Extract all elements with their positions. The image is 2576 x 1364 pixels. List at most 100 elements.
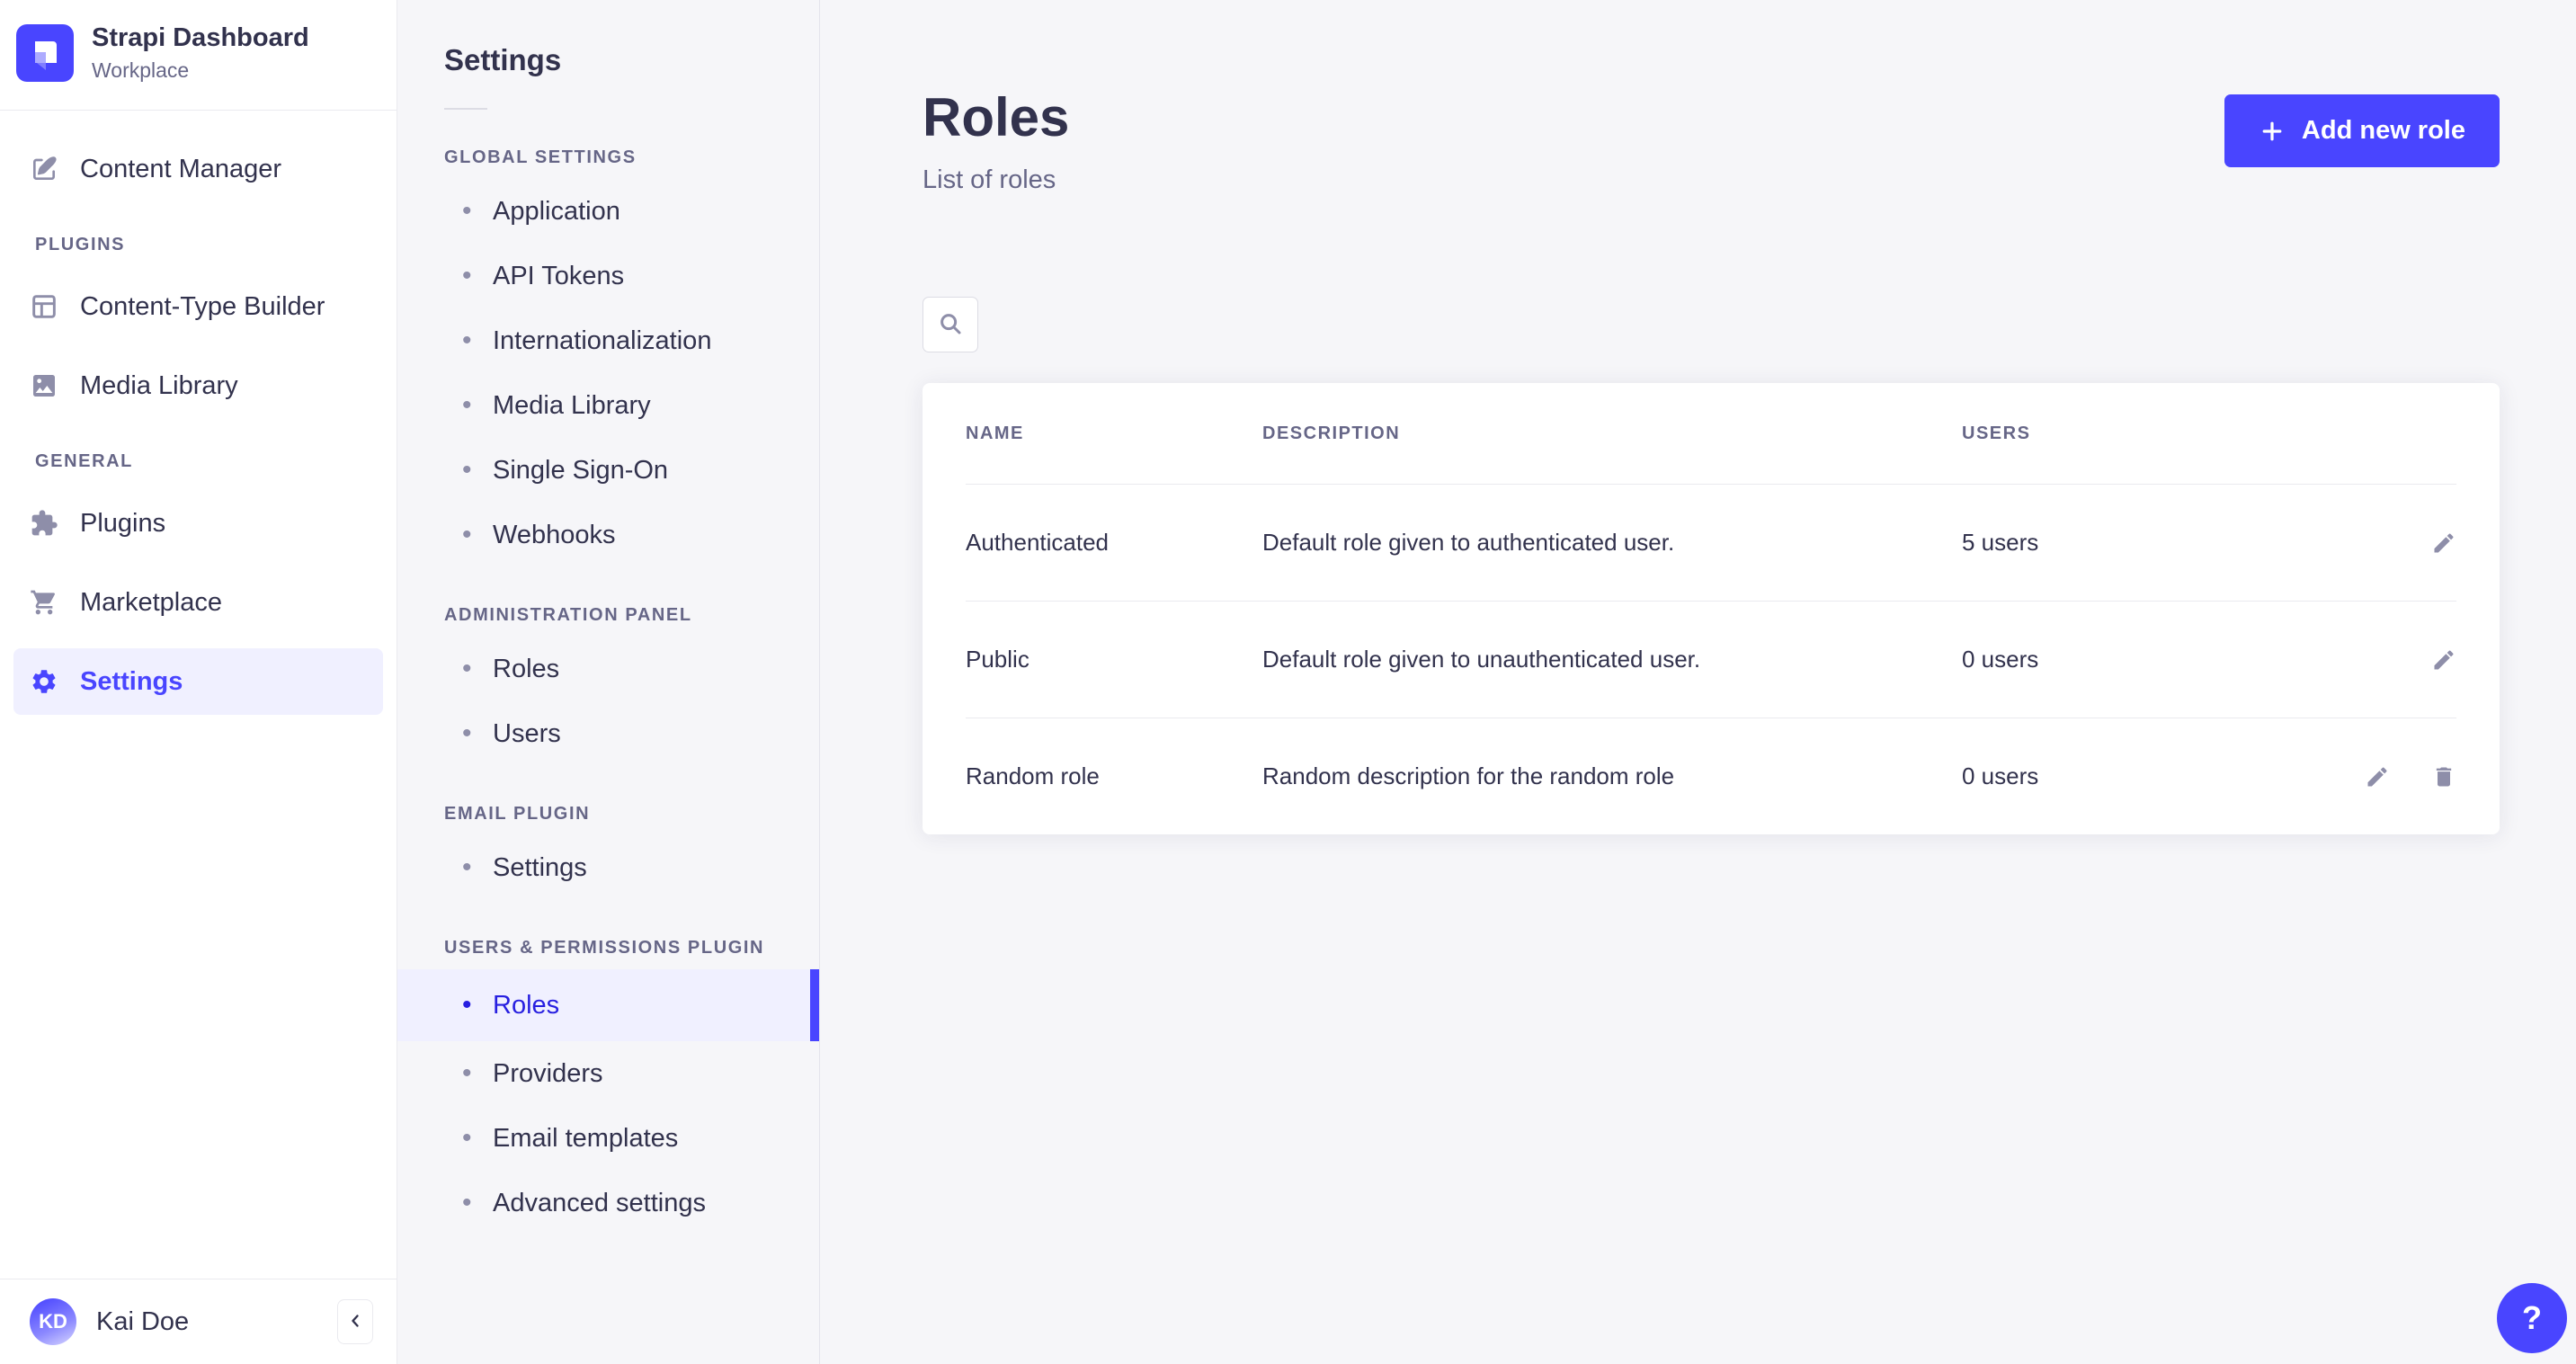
subnav-item-label: Advanced settings [493,1189,706,1218]
sidebar-section-label-plugins: PLUGINS [24,235,383,255]
bullet-icon: • [462,198,493,225]
subnav-item-administration-panel-roles[interactable]: •Roles [397,637,819,701]
bullet-icon: • [462,720,493,747]
role-description-cell: Default role given to authenticated user… [1262,529,1962,557]
table-header-row: NAMEDESCRIPTIONUSERS [923,383,2500,484]
sidebar-item-plugins[interactable]: Plugins [13,490,383,557]
subnav-item-users-permissions-plugin-email-templates[interactable]: •Email templates [397,1106,819,1171]
sidebar-item-media-library[interactable]: Media Library [13,352,383,419]
toolbar [923,297,2500,352]
subnav-item-label: Email templates [493,1124,678,1154]
image-icon [30,371,58,400]
role-description-cell: Default role given to unauthenticated us… [1262,646,1962,673]
feather-icon [30,155,58,183]
add-new-role-button[interactable]: Add new role [2224,94,2500,167]
avatar[interactable]: KD [30,1298,76,1345]
role-actions-cell [2286,764,2456,789]
sidebar-item-label: Marketplace [80,588,222,618]
main-content: Roles List of roles Add new role NAMEDES… [820,0,2576,1364]
subnav-item-label: Media Library [493,391,651,421]
search-icon [937,310,964,340]
bullet-icon: • [462,263,493,290]
brand-workspace: Workplace [92,58,309,83]
subnav-item-administration-panel-users[interactable]: •Users [397,701,819,766]
sidebar-item-label: Settings [80,667,183,697]
role-users-cell: 0 users [1962,762,2286,790]
chevron-left-icon [344,1310,366,1334]
subnav-item-label: Single Sign-On [493,456,668,486]
pencil-icon [2431,647,2456,673]
edit-role-button[interactable] [2365,764,2390,789]
layout-icon [30,292,58,321]
subnav-item-global-settings-internationalization[interactable]: •Internationalization [397,308,819,373]
sidebar-footer: KD Kai Doe [0,1279,397,1364]
page-title: Roles [923,88,1069,147]
column-header-users: USERS [1962,423,2286,444]
sidebar-item-content-type-builder[interactable]: Content-Type Builder [13,273,383,340]
subnav-section-label-administration-panel: ADMINISTRATION PANEL [397,605,819,626]
brand[interactable]: Strapi Dashboard Workplace [0,0,397,111]
table-row-random-role[interactable]: Random roleRandom description for the ra… [923,718,2500,834]
subnav-item-label: Roles [493,991,559,1021]
plus-icon [2259,118,2286,145]
subnav-title: Settings [397,43,819,77]
help-button[interactable]: ? [2497,1283,2567,1353]
bullet-icon: • [462,854,493,881]
puzzle-icon [30,509,58,538]
role-users-cell: 5 users [1962,529,2286,557]
search-button[interactable] [923,297,978,352]
bullet-icon: • [462,1125,493,1152]
role-description-cell: Random description for the random role [1262,762,1962,790]
roles-table: NAMEDESCRIPTIONUSERS AuthenticatedDefaul… [923,383,2500,834]
subnav-item-global-settings-single-sign-on[interactable]: •Single Sign-On [397,438,819,503]
pencil-icon [2365,764,2390,789]
subnav-item-global-settings-webhooks[interactable]: •Webhooks [397,503,819,567]
add-new-role-label: Add new role [2302,116,2465,146]
subnav-item-label: API Tokens [493,262,624,291]
cart-icon [30,588,58,617]
table-row-public[interactable]: PublicDefault role given to unauthentica… [923,602,2500,718]
role-name-cell: Public [966,646,1262,673]
subnav-item-label: Users [493,719,561,749]
edit-role-button[interactable] [2431,530,2456,556]
subnav-item-users-permissions-plugin-roles[interactable]: •Roles [397,969,819,1041]
sidebar-item-marketplace[interactable]: Marketplace [13,569,383,636]
sidebar-item-settings[interactable]: Settings [13,648,383,715]
bullet-icon: • [462,655,493,682]
sidebar-nav: Content Manager PLUGINS Content-Type Build… [0,111,397,1279]
role-users-cell: 0 users [1962,646,2286,673]
subnav-section-label-email-plugin: EMAIL PLUGIN [397,804,819,825]
table-body: AuthenticatedDefault role given to authe… [923,485,2500,834]
sidebar-item-label: Media Library [80,371,238,401]
edit-role-button[interactable] [2431,647,2456,673]
bullet-icon: • [462,1060,493,1087]
table-row-authenticated[interactable]: AuthenticatedDefault role given to authe… [923,485,2500,601]
bullet-icon: • [462,392,493,419]
pencil-icon [2431,530,2456,556]
subnav-item-users-permissions-plugin-providers[interactable]: •Providers [397,1041,819,1106]
sidebar-item-content-manager[interactable]: Content Manager [13,136,383,202]
question-icon: ? [2522,1299,2542,1337]
sidebar-item-label: Plugins [80,509,165,539]
subnav-item-label: Settings [493,853,587,883]
sidebar-item-label: Content Manager [80,155,281,184]
user-name: Kai Doe [96,1307,189,1337]
subnav-item-label: Webhooks [493,521,616,550]
column-header-description: DESCRIPTION [1262,423,1962,444]
subnav-item-global-settings-api-tokens[interactable]: •API Tokens [397,244,819,308]
role-actions-cell [2286,647,2456,673]
delete-role-button[interactable] [2431,764,2456,789]
subnav-item-global-settings-media-library[interactable]: •Media Library [397,373,819,438]
bullet-icon: • [462,457,493,484]
subnav-item-users-permissions-plugin-advanced-settings[interactable]: •Advanced settings [397,1171,819,1235]
subnav-section-label-users-permissions-plugin: USERS & PERMISSIONS PLUGIN [397,938,819,958]
subnav-section-label-global-settings: GLOBAL SETTINGS [397,147,819,168]
settings-subnav: Settings GLOBAL SETTINGS•Application•API… [397,0,820,1364]
trash-icon [2431,764,2456,789]
collapse-sidebar-button[interactable] [337,1299,373,1344]
subnav-item-email-plugin-settings[interactable]: •Settings [397,835,819,900]
subnav-item-global-settings-application[interactable]: •Application [397,179,819,244]
role-name-cell: Random role [966,762,1262,790]
strapi-dashboard: Strapi Dashboard Workplace Content Manag… [0,0,2576,1364]
sidebar-item-label: Content-Type Builder [80,292,325,322]
